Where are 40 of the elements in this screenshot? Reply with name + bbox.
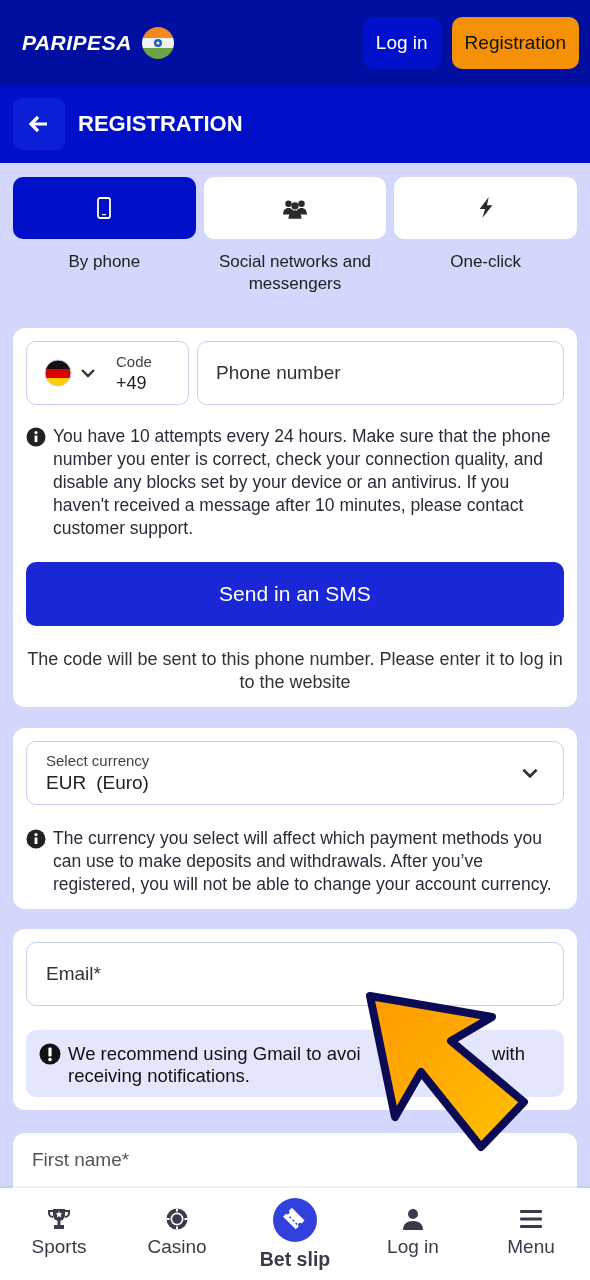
trophy-icon: [47, 1207, 71, 1231]
phone-number-field[interactable]: Phone number: [197, 341, 564, 405]
chip-icon: [165, 1207, 189, 1231]
currency-name: (Euro): [96, 772, 149, 794]
info-icon: [26, 427, 46, 447]
info-icon: [26, 829, 46, 849]
method-label: By phone: [68, 251, 141, 273]
info-text: You have 10 attempts every 24 hours. Make sure that the phone number you enter is correct, check your connection quality, and disable any blocks set by your device or an antivirus. If you haven't received a message after 10 minutes, please contact customer support.: [53, 425, 552, 540]
code-label: Code: [116, 352, 152, 370]
info-text: The currency you select will affect which payment methods you can use to make deposits and withdrawals. After you’ve registered, you will not be able to change your account currency.: [53, 827, 553, 896]
user-icon: [401, 1207, 425, 1231]
code-value: +49: [116, 372, 148, 394]
notice-text: receiving notifications.: [68, 1065, 251, 1087]
notice-text: with: [492, 1043, 525, 1065]
nav-item[interactable]: Log in: [354, 1188, 472, 1280]
nav-item[interactable]: Bet slip: [236, 1188, 354, 1280]
registration-method-tab[interactable]: [203, 177, 387, 239]
registration-button[interactable]: Registration: [451, 16, 579, 69]
currency-code: EUR: [46, 772, 87, 794]
first-name-field[interactable]: First name*: [26, 1149, 564, 1171]
login-button[interactable]: Log in: [362, 16, 441, 69]
field-label: Select currency: [46, 752, 151, 769]
method-label: Social networks and messengers: [217, 251, 373, 295]
flag-icon: [141, 26, 174, 59]
note-text: The code will be sent to this phone number. Please enter it to log in to the website: [26, 648, 564, 694]
country-code-selector[interactable]: Code +49: [26, 341, 189, 405]
method-label: One-click: [450, 251, 522, 273]
site-logo[interactable]: PARIPESA: [22, 30, 132, 55]
flag-icon: [44, 359, 72, 387]
menu-icon: [519, 1207, 543, 1231]
exclamation-icon: [39, 1043, 61, 1065]
nav-item[interactable]: Casino: [118, 1188, 236, 1280]
email-field[interactable]: Email*: [26, 942, 564, 1006]
page-title: REGISTRATION: [78, 111, 243, 137]
notice-text: We recommend using Gmail to avoi: [68, 1043, 361, 1065]
nav-item[interactable]: Sports: [0, 1188, 118, 1280]
nav-item[interactable]: Menu: [472, 1188, 590, 1280]
send-sms-button[interactable]: Send in an SMS: [26, 562, 564, 626]
currency-select[interactable]: Select currency EUR (Euro): [26, 741, 564, 805]
back-button[interactable]: [13, 98, 65, 150]
